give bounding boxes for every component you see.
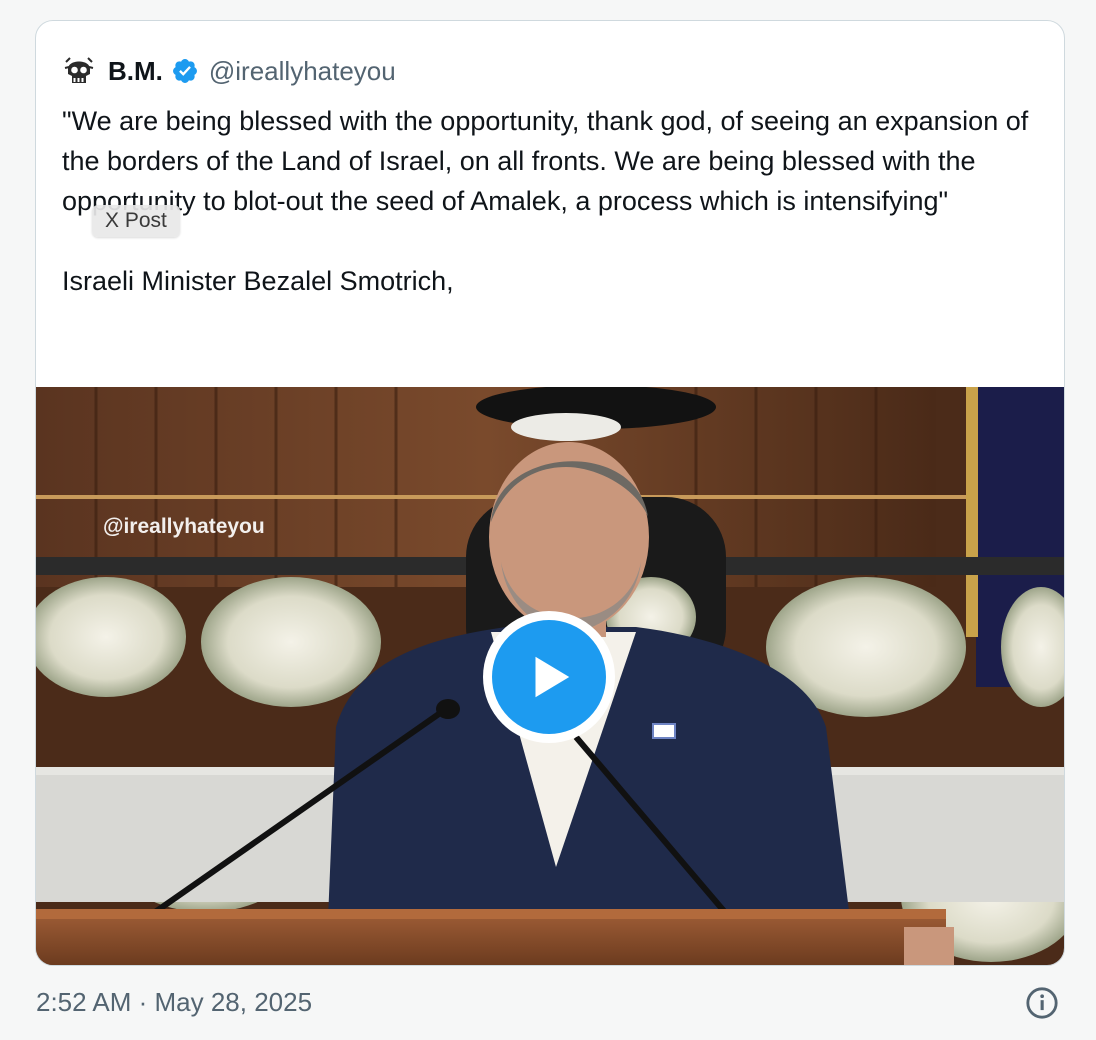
verified-badge-icon: [172, 59, 197, 83]
post-card[interactable]: B.M. @ireallyhateyou "We are being bless…: [35, 20, 1065, 966]
post-timestamp[interactable]: 2:52 AM · May 28, 2025: [36, 987, 312, 1018]
play-icon: [535, 656, 570, 698]
post-header: B.M. @ireallyhateyou: [60, 51, 396, 91]
video-watermark: @ireallyhateyou: [103, 515, 265, 538]
post-text: "We are being blessed with the opportuni…: [62, 106, 1029, 296]
user-handle[interactable]: @ireallyhateyou: [209, 56, 396, 87]
x-post-tooltip: X Post: [92, 205, 180, 237]
video-player[interactable]: @ireallyhateyou: [36, 387, 1064, 965]
display-name[interactable]: B.M.: [108, 56, 163, 87]
info-icon[interactable]: [1025, 986, 1059, 1020]
play-button[interactable]: [483, 611, 615, 743]
avatar[interactable]: [60, 52, 98, 90]
skull-avatar-icon: [61, 53, 97, 89]
